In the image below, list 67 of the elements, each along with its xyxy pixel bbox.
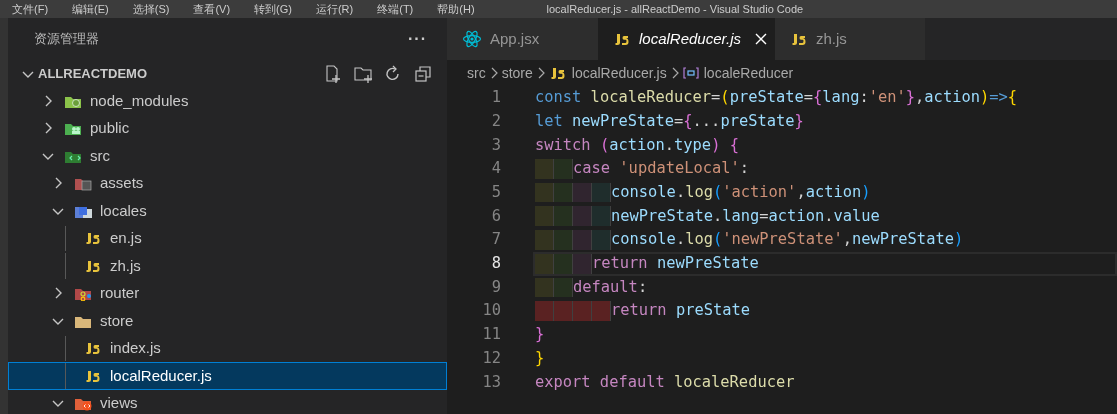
code-text: case 'updateLocal': [573,158,750,180]
menu-item[interactable]: 运行(R) [303,3,366,15]
line-number: 3 [490,134,501,156]
breadcrumb-item[interactable]: localReducer.js [571,62,667,84]
tree-item[interactable]: views [100,392,138,414]
project-name[interactable]: ALLREACTDEMO [38,63,313,84]
tree-item[interactable]: index.js [110,337,161,360]
editor-tab[interactable]: localReducer.js [598,18,775,60]
menu-item[interactable]: 转到(G) [242,3,304,15]
editor-tab[interactable]: zh.js [775,18,925,60]
menu-item[interactable]: 编辑(E) [60,3,121,15]
code-text: const localeReducer=(preState={lang:'en'},action)=>{ [535,87,1018,109]
selected-row[interactable]: localReducer.js [8,362,447,390]
menu-item[interactable]: 查看(V) [181,3,243,15]
code-text: console.log('newPreState',newPreState) [611,229,964,251]
tree-item[interactable]: assets [100,172,144,195]
js-file-icon [790,31,808,47]
line-number: 4 [490,158,501,180]
atom-icon [462,29,482,49]
variable-icon [682,65,699,81]
window-title: localReducer.js - allReactDemo - Visual Studio Code [546,3,804,15]
new-file-icon[interactable] [323,63,343,84]
code-text: export default localeReducer [535,371,795,393]
line-number: 12 [481,347,501,369]
code-text: let newPreState={...preState} [535,111,804,132]
menu-item[interactable]: 终端(T) [365,3,426,15]
tree-item[interactable]: en.js [110,227,142,250]
code-text: default: [573,276,648,298]
breadcrumb-item[interactable]: localeReducer [703,62,794,84]
close-icon[interactable] [753,31,769,47]
line-number: 7 [490,229,501,251]
tree-item[interactable]: store [100,309,134,332]
more-actions-button[interactable]: ··· [408,27,427,51]
tree-item[interactable]: public [90,117,130,140]
code-text: return newPreState [592,253,759,275]
line-number: 8 [490,253,501,275]
breadcrumb-item[interactable]: src [467,62,486,84]
tree-item[interactable]: router [100,282,140,305]
collapse-all-icon[interactable] [413,63,433,84]
js-file-icon [613,31,631,47]
line-number: 5 [490,182,501,204]
editor-tab[interactable]: App.jsx [447,18,598,60]
code-text: newPreState.lang=action.value [611,205,880,227]
code-text: console.log('action',action) [611,182,871,204]
tree-item[interactable]: src [90,144,110,167]
explorer-title: 资源管理器 [34,30,100,49]
line-number: 9 [490,276,501,298]
line-number: 2 [490,110,501,132]
tree-item[interactable]: zh.js [110,254,141,277]
code-text: } [535,324,545,346]
js-file-icon [84,340,102,357]
menu-item[interactable]: 文件(F) [0,3,61,15]
js-file-icon [84,230,102,247]
breadcrumb-item[interactable]: store [501,62,533,84]
code-text: } [535,347,545,369]
tree-item[interactable]: localReducer.js [110,364,212,387]
tree-item[interactable]: node_modules [90,89,189,112]
line-number: 13 [481,371,501,393]
code-text: return preState [611,300,750,322]
menu-item[interactable]: 选择(S) [120,3,182,15]
line-number: 11 [481,324,501,346]
menu-item[interactable]: 帮助(H) [425,3,487,15]
code-text: switch (action.type) { [535,134,739,156]
line-number: 10 [481,300,501,322]
line-number: 6 [490,205,501,227]
line-number: 1 [490,87,501,109]
tree-item[interactable]: locales [100,199,147,222]
